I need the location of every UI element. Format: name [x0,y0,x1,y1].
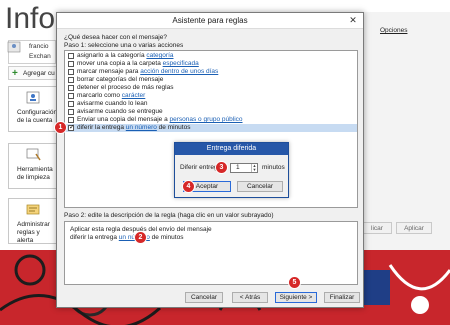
tile-label: Configuración [17,109,58,116]
action-link[interactable]: categoría [146,52,173,59]
account-name: francio [29,43,49,50]
back-button[interactable]: < Atrás [232,292,268,303]
action-link[interactable]: carácter [122,92,145,99]
action-item[interactable]: Enviar una copia del mensaje a personas … [65,116,357,124]
apply-button[interactable]: Aplicar [396,222,432,234]
add-account-label: Agregar cu [23,70,55,77]
account-settings-icon [26,91,42,107]
options-link[interactable]: Opciones [380,27,407,34]
action-item[interactable]: marcarlo como carácter [65,92,357,100]
subdialog-title: Entrega diferida [175,143,288,155]
action-text: avisarme cuando lo lean [77,100,148,107]
action-text: mover una copia a la carpeta [77,60,163,67]
action-text: borrar categorías del mensaje [77,76,164,83]
tile-label: Administrar [17,221,50,228]
tile-label: reglas y alerta [17,229,40,244]
close-icon[interactable]: ✕ [347,15,359,26]
callout-badge: 1 [54,121,67,134]
action-text-suffix: de minutos [156,124,191,131]
manage-rules-tile[interactable]: Administrar reglas y alerta [8,198,58,244]
action-text: marcarlo como [77,92,122,99]
description-text: diferir la entrega [70,234,119,241]
action-item-selected[interactable]: diferir la entrega un número de minutos [65,124,357,132]
action-checkbox[interactable] [68,109,74,115]
action-item[interactable]: detener el proceso de más reglas [65,84,357,92]
action-checkbox[interactable] [68,69,74,75]
plus-icon: + [12,68,18,79]
action-checkbox[interactable] [68,53,74,59]
minutes-unit: minutos [262,164,285,171]
subdialog-cancel-button[interactable]: Cancelar [237,181,283,192]
minutes-value: 1 [236,164,240,171]
action-item[interactable]: avisarme cuando lo lean [65,100,357,108]
step2-label: Paso 2: edite la descripción de la regla… [64,212,274,219]
step1-label: Paso 1: seleccione una o varias acciones [64,42,184,49]
cancel-button[interactable]: Cancelar [185,292,223,303]
action-checkbox[interactable] [68,93,74,99]
action-text: detener el proceso de más reglas [77,84,174,91]
action-checkbox[interactable] [68,77,74,83]
action-text: marcar mensaje para [77,68,141,75]
broom-icon [26,148,42,164]
action-text: avisarme cuando se entregue [77,108,163,115]
finish-button[interactable]: Finalizar [324,292,360,303]
action-checkbox[interactable] [68,117,74,123]
rules-icon [26,203,42,219]
dialog-titlebar: Asistente para reglas ✕ [57,13,363,29]
action-link[interactable]: especificada [163,60,199,67]
rule-description-box: Aplicar esta regla después del envío del… [64,221,358,285]
action-link[interactable]: acción dentro de unos días [140,68,218,75]
apply-partial-button[interactable]: licar [362,222,392,234]
action-item[interactable]: asignarlo a la categoría categoría [65,52,357,60]
dialog-title: Asistente para reglas [172,16,248,25]
account-settings-tile[interactable]: Configuración de la cuenta [8,86,58,132]
action-text: Enviar una copia del mensaje a [77,116,170,123]
action-checkbox[interactable] [68,85,74,91]
minutes-spinner[interactable]: 1 ▲ ▼ [230,163,258,173]
action-checkbox[interactable] [68,101,74,107]
action-link[interactable]: personas o grupo público [170,116,243,123]
callout-badge: 3 [215,161,228,174]
callout-badge: 4 [182,180,195,193]
question-label: ¿Qué desea hacer con el mensaje? [64,34,167,41]
rules-panel-background [356,12,450,250]
add-account-button[interactable]: + Agregar cu [8,66,58,80]
tile-label: Herramienta [17,166,53,173]
action-link[interactable]: un número [126,124,157,131]
next-button[interactable]: Siguiente > [275,292,317,303]
action-item[interactable]: marcar mensaje para acción dentro de uno… [65,68,357,76]
spinner-arrows-icon[interactable]: ▲ ▼ [251,164,257,172]
cleanup-tools-tile[interactable]: Herramienta de limpieza [8,143,58,189]
action-checkbox[interactable] [68,61,74,67]
tile-label: de la cuenta [17,117,53,124]
action-checkbox-checked[interactable] [68,124,75,132]
action-text: diferir la entrega [77,124,126,131]
action-item[interactable]: mover una copia a la carpeta especificad… [65,60,357,68]
action-text: asignarlo a la categoría [77,52,147,59]
account-type: Exchan [29,53,51,60]
action-item[interactable]: avisarme cuando se entregue [65,108,357,116]
account-selector[interactable]: francio Exchan [7,40,56,64]
description-text: de minutos [149,234,184,241]
callout-badge: 2 [134,231,147,244]
action-item[interactable]: borrar categorías del mensaje [65,76,357,84]
tile-label: de limpieza [17,174,50,181]
account-icon [7,40,21,54]
callout-badge: 5 [288,276,301,289]
